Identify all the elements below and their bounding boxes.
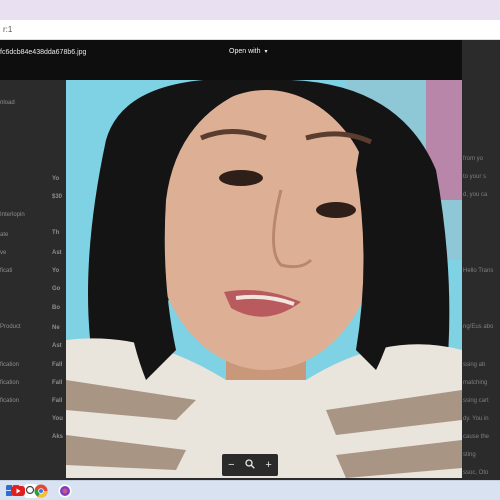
background-right-item: ng/Eus abo [463, 324, 494, 330]
background-left-item: fication [0, 398, 20, 404]
background-right-item: to your s [463, 174, 487, 180]
background-mid-item: Th [52, 230, 60, 236]
taskbar [0, 480, 500, 500]
youtube-icon[interactable] [11, 484, 25, 498]
background-mid-item: Bo [52, 305, 60, 311]
background-left-item: fication [0, 380, 20, 386]
background-mid-item: Aks [52, 434, 64, 440]
search-icon [245, 458, 255, 469]
background-right-item: ssing cart [463, 398, 489, 404]
google-icon[interactable] [58, 484, 72, 498]
portrait-photo [66, 80, 462, 478]
background-left-item: Interlopin [0, 212, 25, 218]
background-mid-item: Ast [52, 343, 62, 349]
background-right-item: dy. You in [463, 416, 489, 422]
chevron-down-icon: ▾ [264, 49, 268, 55]
background-right-item: sting [463, 452, 476, 458]
file-name: fc6dcb84e438dda678b6.jpg [0, 49, 87, 56]
address-text: r:1 [3, 25, 13, 34]
zoom-out-button[interactable]: − [223, 459, 239, 471]
background-left-item: Product [0, 324, 21, 330]
open-with-label: Open with [229, 48, 261, 55]
background-mid-item: Fall [52, 398, 63, 404]
background-left-item: fication [0, 362, 20, 368]
background-mid-item: $30 [52, 194, 63, 200]
background-right-item: cause the [463, 434, 490, 440]
open-with-button[interactable]: Open with ▾ [229, 48, 268, 55]
background-mid-item: Ast [52, 250, 62, 256]
background-mid-item: You [52, 416, 63, 422]
background-mid-item: Go [52, 286, 61, 292]
background-right-item: ssoc, Oto [463, 470, 489, 476]
photo-preview [66, 80, 462, 478]
background-left-item: ficati [0, 268, 13, 274]
browser-tab-strip [0, 0, 500, 20]
chrome-icon[interactable] [34, 484, 48, 498]
background-mid-item: Fall [52, 380, 63, 386]
background-mid-item: Fall [52, 362, 63, 368]
viewer-header: fc6dcb84e438dda678b6.jpg Open with ▾ [0, 40, 462, 80]
background-mid-item: Yo [52, 268, 60, 274]
background-right-item: ssing ab [463, 362, 486, 368]
background-mid-item: Ne [52, 325, 60, 331]
zoom-in-button[interactable]: + [261, 459, 277, 471]
address-bar[interactable]: r:1 [0, 20, 500, 40]
background-left-item: ate [0, 232, 9, 238]
background-right-item: Hello Trans [463, 268, 494, 274]
background-left-item: ve [0, 250, 7, 256]
background-right-item: d, you ca [463, 192, 488, 198]
background-mid-item: Yo [52, 176, 60, 182]
background-left-item: nload [0, 100, 15, 106]
magnifier-icon[interactable] [242, 458, 258, 472]
background-right-item: matching [463, 380, 488, 386]
zoom-controls: − + [222, 454, 278, 476]
background-right-item: from yo [463, 156, 484, 162]
